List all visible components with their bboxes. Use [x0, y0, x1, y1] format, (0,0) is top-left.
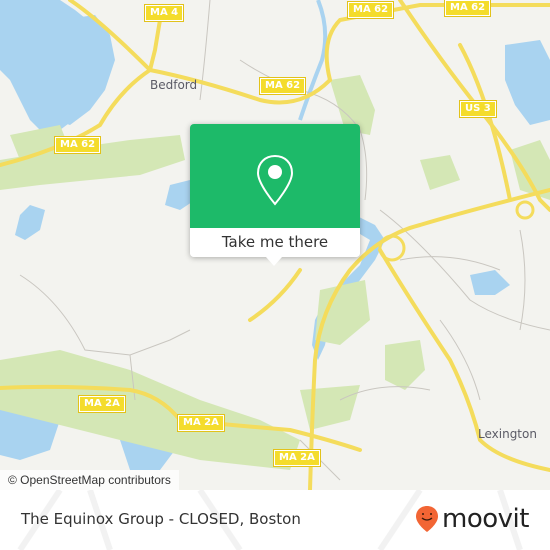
- road-shield: MA 2A: [177, 414, 225, 432]
- highway-ma4: [148, 18, 162, 72]
- highway-branch: [458, 43, 512, 202]
- water-body: [505, 40, 550, 125]
- interchange: [515, 200, 535, 220]
- river: [298, 0, 328, 121]
- road-shield: MA 62: [346, 1, 395, 19]
- park: [315, 280, 370, 345]
- popup-pointer: [266, 257, 282, 266]
- road-shield: MA 62: [443, 0, 492, 17]
- park: [420, 155, 460, 190]
- road-shield: MA 62: [53, 136, 102, 154]
- map-attribution[interactable]: © OpenStreetMap contributors: [0, 470, 179, 490]
- location-title: The Equinox Group - CLOSED, Boston: [21, 510, 301, 528]
- take-me-there-button[interactable]: Take me there: [190, 228, 360, 257]
- park: [385, 340, 425, 390]
- road-shield: MA 2A: [78, 395, 126, 413]
- water-body: [470, 270, 510, 295]
- park: [300, 385, 360, 430]
- water-body: [15, 205, 45, 240]
- road-shield: MA 4: [143, 4, 185, 22]
- moovit-pin-icon: [416, 506, 438, 532]
- map[interactable]: MA 4 MA 62 MA 62 MA 62 MA 62 US 3 MA 2A …: [0, 0, 550, 490]
- highway-connector: [248, 268, 302, 322]
- road-shield: US 3: [459, 100, 497, 118]
- moovit-logo[interactable]: moovit: [415, 505, 529, 533]
- popup-header: [190, 124, 360, 228]
- road-shield: MA 62: [258, 77, 307, 95]
- brand-name: moovit: [442, 504, 529, 534]
- place-label: Bedford: [150, 78, 198, 92]
- location-popup: Take me there: [190, 124, 360, 266]
- map-pin-icon: [256, 154, 294, 206]
- interchange: [378, 234, 406, 262]
- place-label: Lexington: [478, 427, 537, 441]
- road-shield: MA 2A: [273, 449, 321, 467]
